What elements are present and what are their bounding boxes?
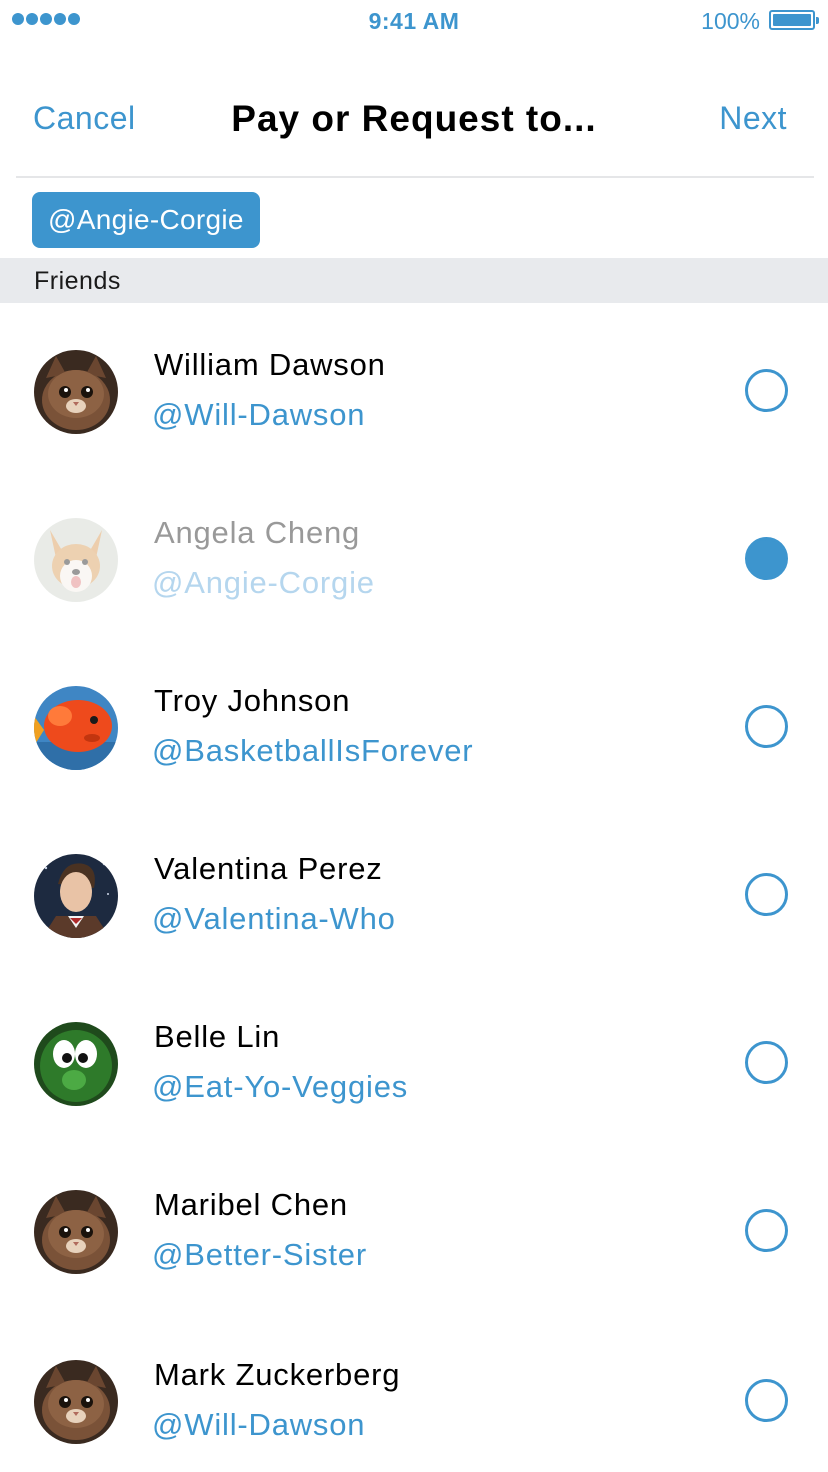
selected-recipient-chip[interactable]: @Angie-Corgie [32,192,260,248]
friend-name: Angela Cheng [154,515,361,550]
friend-name: Mark Zuckerberg [154,1357,401,1392]
friends-section-header: Friends [0,258,828,303]
page-title: Pay or Request to... [231,98,597,139]
friend-handle: @Will-Dawson [152,1407,366,1442]
cat-avatar-icon [34,1360,118,1444]
section-header-label: Friends [34,267,121,295]
cucumber-avatar-icon [34,1022,118,1106]
navigation-bar: Cancel Pay or Request to... Next [0,60,828,178]
select-radio[interactable] [745,369,788,412]
friend-row[interactable]: Belle Lin @Eat-Yo-Veggies [0,975,828,1143]
friend-row[interactable]: Mark Zuckerberg @Will-Dawson [0,1311,828,1472]
friend-row[interactable]: Troy Johnson @BasketballIsForever [0,639,828,807]
friend-name: Belle Lin [154,1019,281,1054]
status-bar: 9:41 AM 100% [0,0,828,44]
friend-handle: @Will-Dawson [152,397,366,432]
friend-name: Valentina Perez [154,851,383,886]
battery-icon [769,10,819,30]
cat-avatar-icon [34,1190,118,1274]
pay-request-screen: 9:41 AM 100% Cancel Pay or Request to...… [0,0,828,1472]
friend-handle: @Valentina-Who [152,901,396,936]
battery-percent: 100% [701,8,760,34]
select-radio[interactable] [745,1041,788,1084]
friend-handle: @BasketballIsForever [152,733,474,768]
friend-handle: @Better-Sister [152,1237,367,1272]
friend-row[interactable]: Maribel Chen @Better-Sister [0,1143,828,1311]
friend-row[interactable]: William Dawson @Will-Dawson [0,303,828,471]
friend-list: William Dawson @Will-Dawson Angela Cheng… [0,303,828,1472]
friend-name: Troy Johnson [154,683,351,718]
goldfish-avatar-icon [34,686,118,770]
nav-divider [16,176,814,178]
select-radio[interactable] [745,705,788,748]
cat-avatar-icon [34,350,118,434]
friend-name: William Dawson [154,347,386,382]
friend-name: Maribel Chen [154,1187,348,1222]
select-radio[interactable] [745,873,788,916]
corgi-avatar-icon [34,518,118,602]
friend-handle: @Eat-Yo-Veggies [152,1069,409,1104]
friend-row[interactable]: Angela Cheng @Angie-Corgie [0,471,828,639]
friend-row[interactable]: Valentina Perez @Valentina-Who [0,807,828,975]
select-radio[interactable] [745,1209,788,1252]
select-radio-checked[interactable] [745,537,788,580]
next-button[interactable]: Next [719,100,787,137]
select-radio[interactable] [745,1379,788,1422]
doctor-avatar-icon [34,854,118,938]
friend-handle: @Angie-Corgie [152,565,375,600]
